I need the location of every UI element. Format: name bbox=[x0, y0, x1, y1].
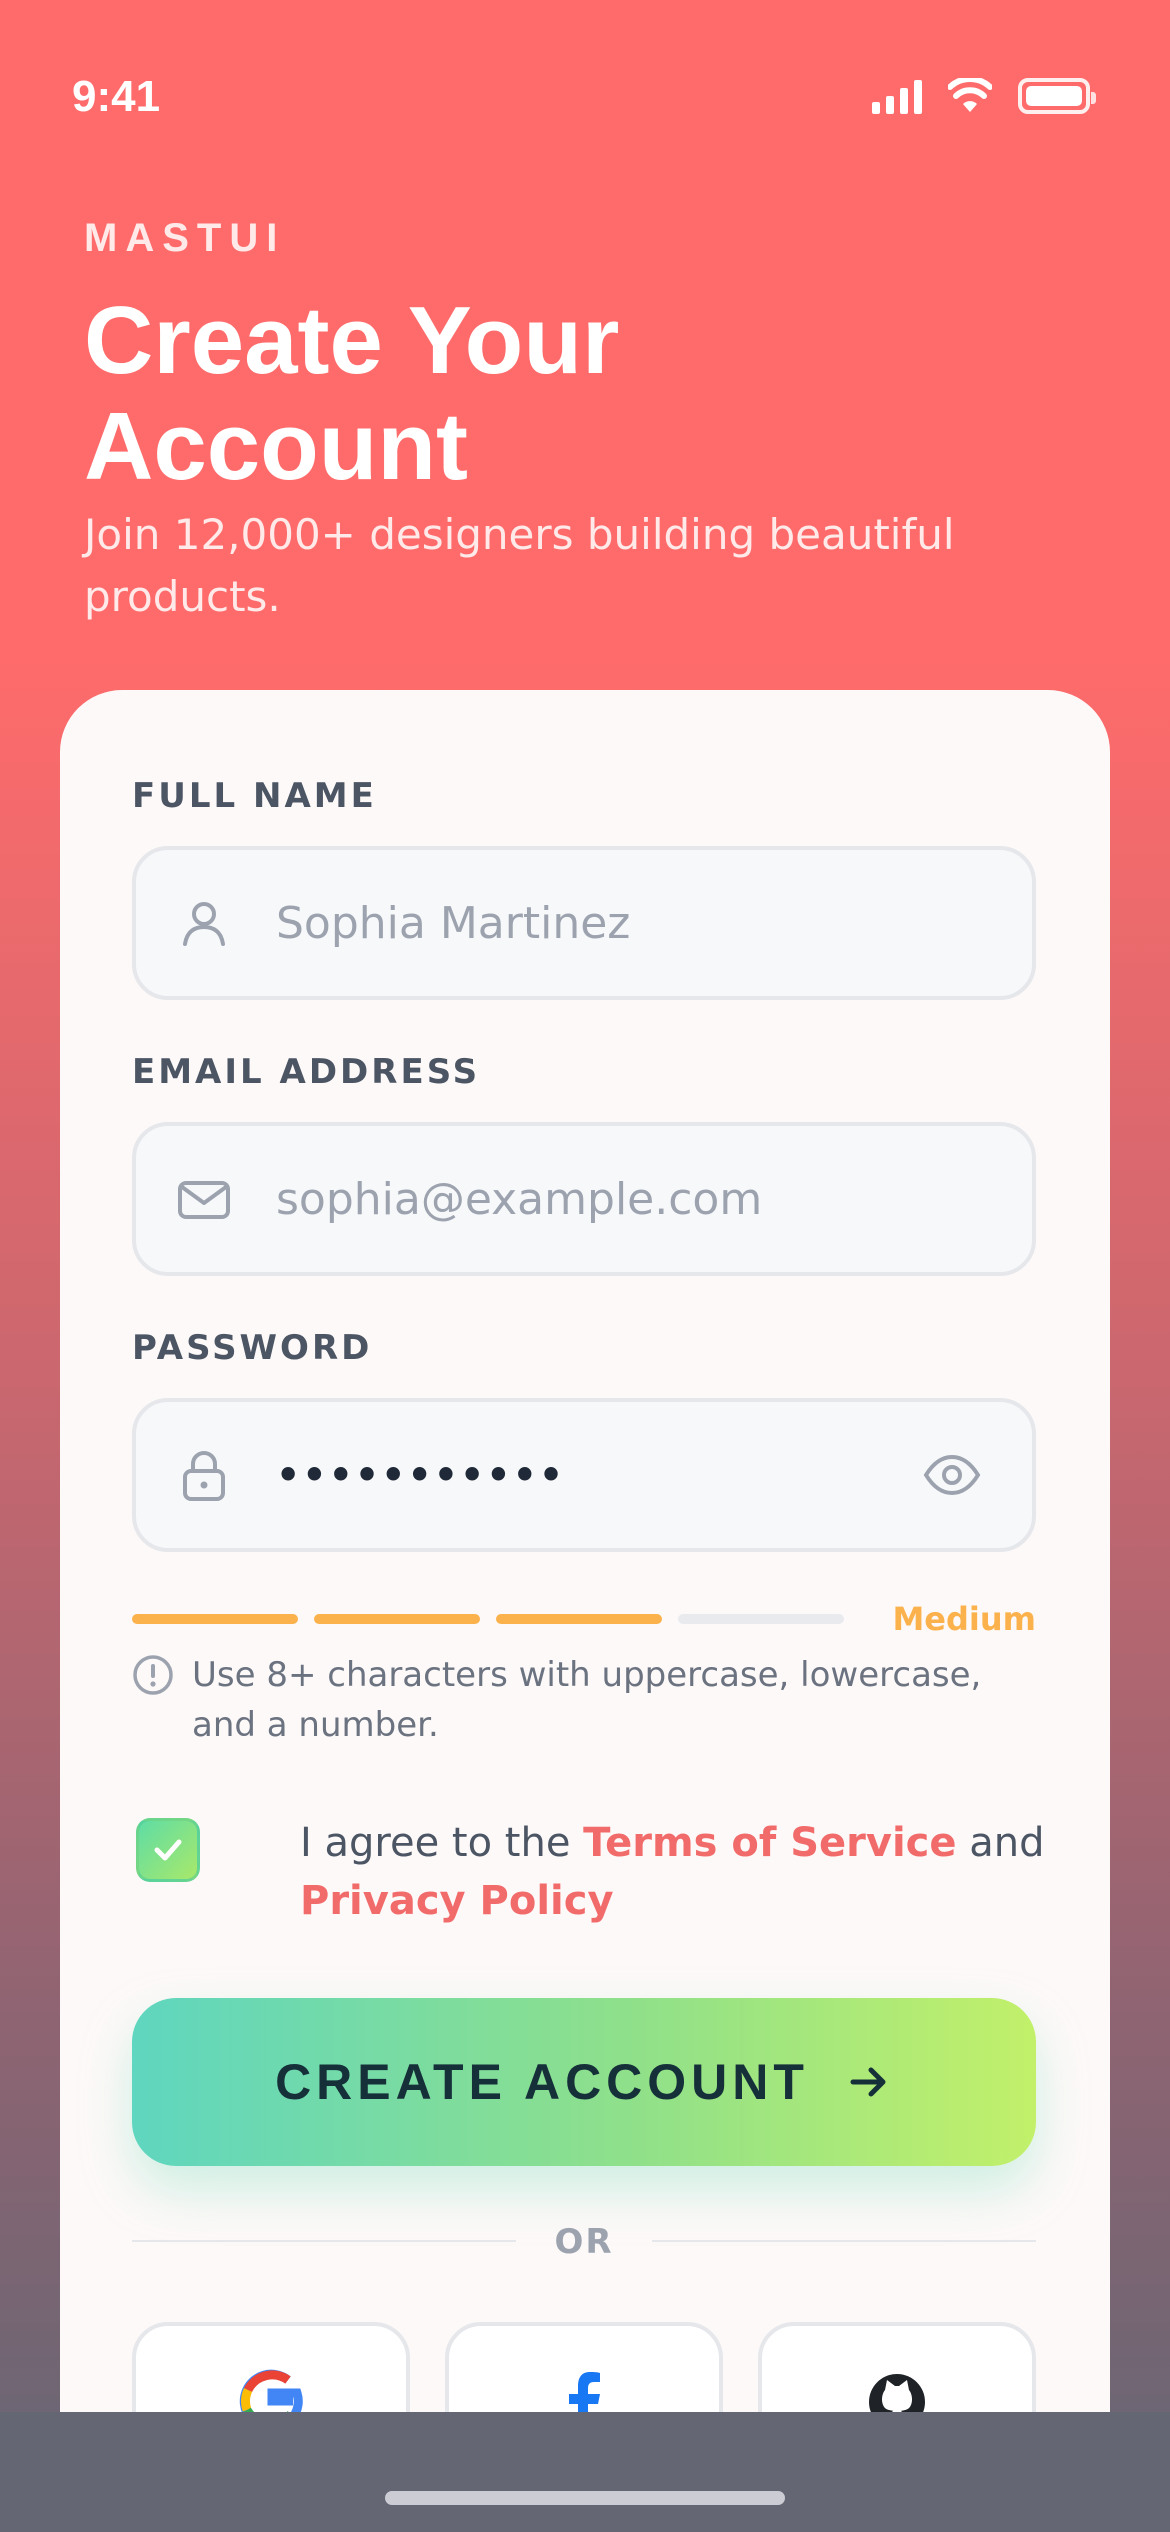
password-field[interactable]: ••••••••••• bbox=[132, 1398, 1036, 1552]
email-label: EMAIL ADDRESS bbox=[132, 1052, 481, 1092]
signup-card: FULL NAME EMAIL ADDRESS PASSWORD •••••••… bbox=[60, 690, 1110, 2532]
page-title: Create Your Account bbox=[84, 287, 620, 500]
or-label: OR bbox=[554, 2222, 614, 2262]
password-masked-value: ••••••••••• bbox=[276, 1453, 566, 1497]
terms-text: I agree to the Terms of Service and Priv… bbox=[300, 1814, 1060, 1930]
terms-middle: and bbox=[956, 1820, 1045, 1866]
strength-label: Medium bbox=[892, 1600, 1036, 1638]
wifi-icon bbox=[948, 78, 992, 112]
status-bar: 9:41 bbox=[0, 0, 1170, 200]
terms-checkbox[interactable] bbox=[136, 1818, 200, 1882]
email-input[interactable] bbox=[276, 1126, 916, 1272]
password-strength-meter: Medium bbox=[132, 1600, 1036, 1640]
full-name-input[interactable] bbox=[276, 850, 916, 996]
mail-icon bbox=[178, 1181, 230, 1219]
strength-segment-3 bbox=[496, 1614, 662, 1624]
status-icons bbox=[872, 78, 1096, 114]
brand-name: MASTUI bbox=[84, 216, 286, 260]
or-divider: OR bbox=[132, 2216, 1036, 2266]
strength-segment-4 bbox=[678, 1614, 844, 1624]
lock-icon bbox=[183, 1451, 225, 1501]
privacy-policy-link[interactable]: Privacy Policy bbox=[300, 1878, 614, 1924]
terms-of-service-link[interactable]: Terms of Service bbox=[583, 1820, 956, 1866]
checkmark-icon bbox=[154, 1839, 182, 1861]
full-name-label: FULL NAME bbox=[132, 776, 377, 816]
battery-icon bbox=[1018, 78, 1096, 114]
bottom-bar bbox=[0, 2412, 1170, 2532]
strength-segment-1 bbox=[132, 1614, 298, 1624]
divider-line-right bbox=[652, 2240, 1036, 2242]
terms-prefix: I agree to the bbox=[300, 1820, 584, 1866]
create-account-button[interactable]: CREATE ACCOUNT bbox=[132, 1998, 1036, 2166]
full-name-field-container bbox=[132, 846, 1036, 1000]
arrow-right-icon bbox=[850, 2067, 886, 2097]
eye-icon[interactable] bbox=[922, 1445, 982, 1505]
user-icon bbox=[183, 902, 225, 946]
email-field-container bbox=[132, 1122, 1036, 1276]
strength-segment-2 bbox=[314, 1614, 480, 1624]
info-icon bbox=[133, 1655, 173, 1695]
cellular-signal-icon bbox=[872, 78, 922, 114]
password-hint-text: Use 8+ characters with uppercase, lowerc… bbox=[192, 1655, 982, 1745]
password-label: PASSWORD bbox=[132, 1328, 373, 1368]
status-time: 9:41 bbox=[72, 72, 161, 121]
home-indicator[interactable] bbox=[385, 2491, 785, 2505]
page-subtitle: Join 12,000+ designers building beautifu… bbox=[84, 510, 955, 621]
create-account-label: CREATE ACCOUNT bbox=[275, 2054, 809, 2110]
